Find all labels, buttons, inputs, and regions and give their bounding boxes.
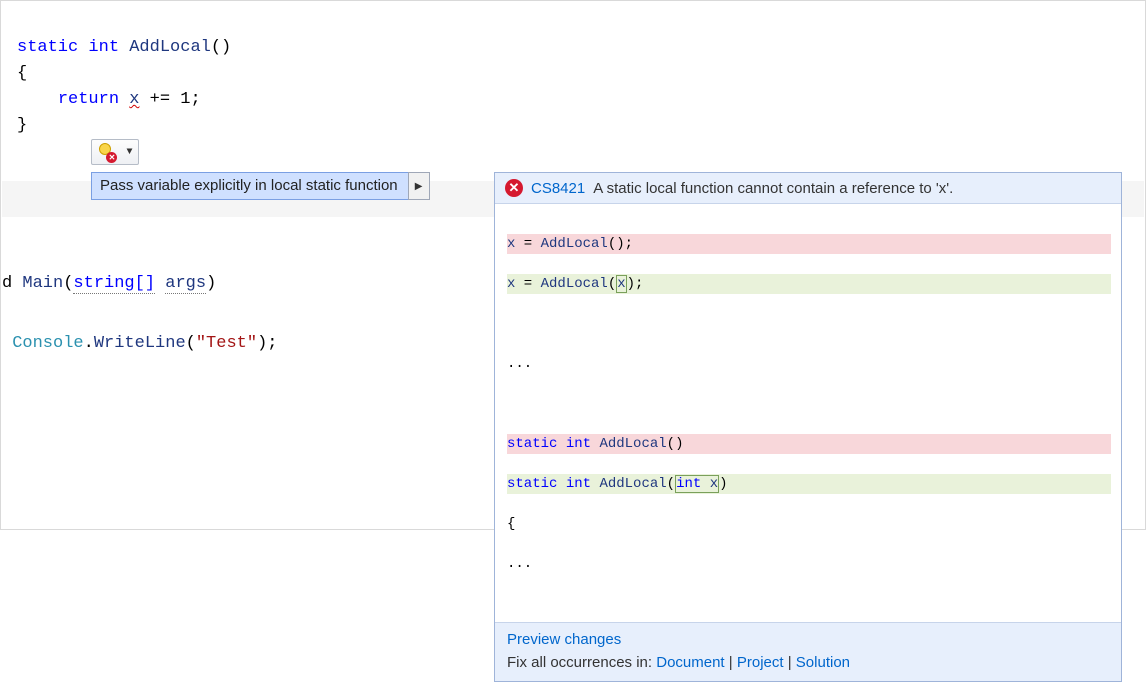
quick-action-item[interactable]: Pass variable explicitly in local static…	[91, 172, 430, 200]
diff-deleted-line: static int AddLocal()	[507, 434, 1111, 454]
brace-open: {	[17, 64, 27, 83]
code-fix-preview-panel: ✕ CS8421 A static local function cannot …	[494, 172, 1122, 682]
separator: |	[788, 654, 792, 671]
error-icon: ✕	[505, 179, 523, 197]
type-console: Console	[12, 334, 83, 353]
preview-changes-link[interactable]: Preview changes	[507, 631, 621, 648]
op-plus-eq: +=	[150, 90, 170, 109]
tok-sp	[557, 476, 565, 492]
diff-brace: {	[507, 514, 1111, 534]
semicolon: ;	[190, 90, 200, 109]
diff-gap	[507, 314, 1111, 334]
diff-view: x = AddLocal(); x = AddLocal(x); ... sta…	[495, 204, 1121, 623]
tok-addlocal: AddLocal	[541, 276, 608, 292]
tok-addlocal: AddLocal	[599, 436, 666, 452]
tok-paren: ()	[667, 436, 684, 452]
dot: .	[84, 334, 94, 353]
tok-call: ();	[608, 236, 633, 252]
panel-footer: Preview changes Fix all occurrences in: …	[495, 623, 1121, 681]
tok-addlocal: AddLocal	[541, 236, 608, 252]
method-name: AddLocal	[129, 38, 211, 57]
keyword-int: int	[88, 38, 119, 57]
tok-eq: =	[515, 236, 540, 252]
paren-open-2: (	[186, 334, 196, 353]
tok-static: static	[507, 436, 557, 452]
frag-d: d	[2, 274, 12, 293]
tok-sp	[557, 436, 565, 452]
tok-eq: =	[515, 276, 540, 292]
chevron-down-icon: ▼	[126, 147, 132, 158]
type-string-array: string[]	[73, 274, 155, 294]
paren-close: )	[206, 274, 216, 293]
paren-open: (	[63, 274, 73, 293]
tok-open: (	[667, 476, 675, 492]
tok-static: static	[507, 476, 557, 492]
keyword-return: return	[58, 90, 119, 109]
fix-scope-label: Fix all occurrences in:	[507, 654, 652, 671]
fix-scope-document[interactable]: Document	[656, 654, 724, 671]
diff-gap	[507, 394, 1111, 414]
string-literal: "Test"	[196, 334, 257, 353]
brace-close: }	[17, 116, 27, 135]
fix-scope-solution[interactable]: Solution	[796, 654, 850, 671]
tok-close: );	[627, 276, 644, 292]
tok-sp	[701, 476, 709, 492]
tok-close: )	[719, 476, 727, 492]
quick-action-label: Pass variable explicitly in local static…	[91, 172, 409, 200]
tok-open: (	[608, 276, 616, 292]
tok-new-param: int x	[675, 475, 719, 493]
parens: ()	[211, 38, 231, 57]
code-editor[interactable]: static int AddLocal() { return x += 1; }	[1, 1, 1145, 139]
tok-int: int	[566, 476, 591, 492]
error-code-link[interactable]: CS8421	[531, 180, 585, 197]
fix-scope-project[interactable]: Project	[737, 654, 784, 671]
method-main: Main	[22, 274, 63, 293]
separator: |	[729, 654, 733, 671]
paren-close-2: );	[257, 334, 277, 353]
diff-ellipsis: ...	[507, 554, 1111, 574]
variable-x: x	[129, 90, 139, 109]
param-args: args	[165, 274, 206, 294]
tok-int: int	[676, 476, 701, 492]
num-1: 1	[180, 90, 190, 109]
code-editor-lower[interactable]: d Main(string[] args) Console.WriteLine(…	[1, 239, 277, 359]
lightbulb-error-icon: ✕	[97, 143, 115, 161]
lightbulb-button[interactable]: ✕ ▼	[91, 139, 139, 165]
tok-int: int	[566, 436, 591, 452]
diff-deleted-line: x = AddLocal();	[507, 234, 1111, 254]
tok-arg-x: x	[616, 275, 626, 293]
chevron-right-icon: ▶	[415, 181, 423, 192]
method-writeline: WriteLine	[94, 334, 186, 353]
tok-x: x	[710, 476, 718, 492]
error-header: ✕ CS8421 A static local function cannot …	[495, 173, 1121, 204]
diff-ellipsis: ...	[507, 354, 1111, 374]
diff-added-line: static int AddLocal(int x)	[507, 474, 1111, 494]
diff-added-line: x = AddLocal(x);	[507, 274, 1111, 294]
quick-action-flyout-button[interactable]: ▶	[408, 172, 430, 200]
error-message: A static local function cannot contain a…	[593, 180, 953, 197]
tok-addlocal: AddLocal	[599, 476, 666, 492]
keyword-static: static	[17, 38, 78, 57]
